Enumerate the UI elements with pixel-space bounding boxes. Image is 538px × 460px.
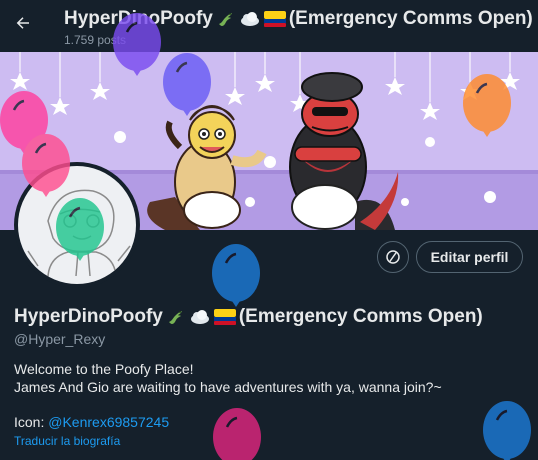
arrow-left-icon [16,17,29,29]
lizard-emoji-icon [168,311,182,324]
avatar-sketch [27,189,131,284]
translate-bio-link[interactable]: Traducir la biografía [14,434,120,448]
balloon-blue-1 [212,244,260,307]
cloud-emoji-icon [240,12,259,26]
back-button[interactable] [8,8,38,38]
more-options-button[interactable] [377,241,409,273]
profile-name: HyperDinoPoofy (Emergency Comms Open) [14,306,483,328]
colombia-flag-icon [263,11,286,27]
bio-line-1: Welcome to the Poofy Place! [14,361,194,377]
prohibit-circle-icon [386,250,400,264]
avatar-image [18,166,136,284]
icon-credit: Icon: @Kenrex69857245 [14,414,169,430]
icon-credit-link[interactable]: @Kenrex69857245 [48,414,169,430]
top-title: HyperDinoPoofy (Emergency Comms Open) [64,8,533,30]
top-bar: HyperDinoPoofy (Emergency Comms Open) 1.… [0,0,538,52]
profile-bio: Welcome to the Poofy Place! James And Gi… [14,360,442,396]
cloud-emoji-icon [190,310,209,324]
profile-avatar[interactable] [14,162,140,288]
balloon-blue-2 [483,401,531,460]
colombia-flag-icon [213,309,236,325]
profile-name-suffix: (Emergency Comms Open) [238,306,483,327]
balloon-magenta [213,408,261,460]
top-title-name: HyperDinoPoofy [64,8,213,29]
bio-line-2: James And Gio are waiting to have advent… [14,379,442,395]
edit-profile-button[interactable]: Editar perfil [416,241,523,273]
profile-name-text: HyperDinoPoofy [14,306,163,327]
profile-handle: @Hyper_Rexy [14,331,106,347]
lizard-emoji-icon [218,13,232,26]
top-title-suffix: (Emergency Comms Open) [288,8,533,29]
icon-credit-label: Icon: [14,414,49,430]
post-count: 1.759 posts [64,33,127,47]
